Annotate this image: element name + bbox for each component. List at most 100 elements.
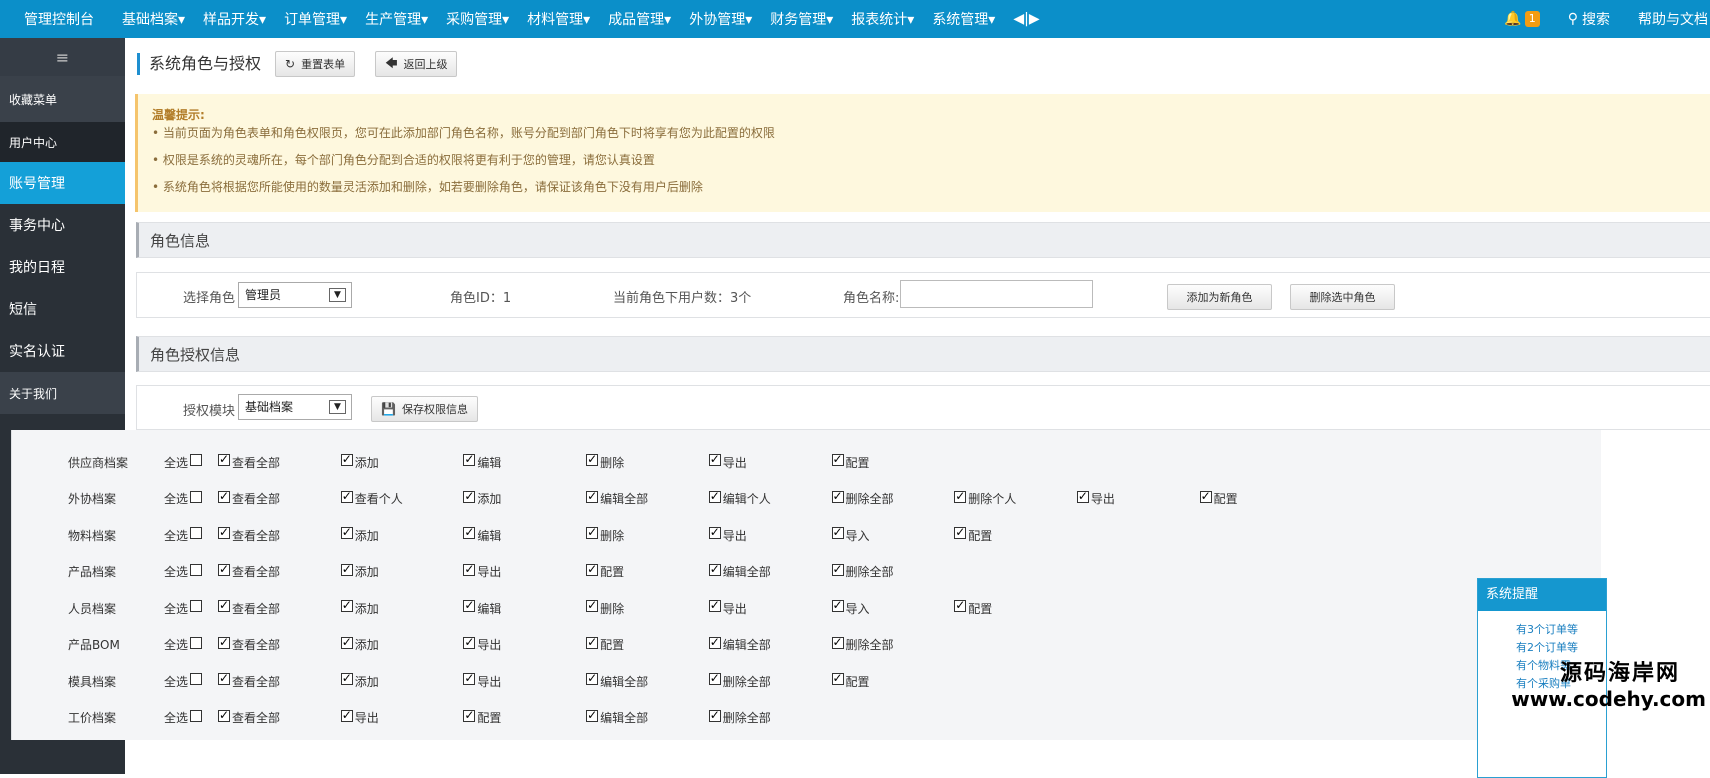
permission-checkbox[interactable]: 编辑全部: [708, 562, 771, 582]
permission-checkbox[interactable]: 编辑全部: [708, 635, 771, 655]
menu-sample-dev[interactable]: 样品开发▾: [203, 9, 266, 29]
delete-role-button[interactable]: 删除选中角色: [1290, 284, 1395, 310]
permission-checkbox[interactable]: 导入: [831, 598, 870, 618]
sidebar-item-user-center[interactable]: 用户中心: [0, 122, 125, 162]
permission-checkbox[interactable]: 查看全部: [218, 525, 280, 545]
permission-checkbox[interactable]: 配置: [954, 598, 992, 618]
permission-checkbox[interactable]: 删除全部: [831, 489, 894, 509]
permission-checkbox[interactable]: 导出: [463, 562, 501, 582]
permission-checkbox[interactable]: 编辑个人: [708, 489, 771, 509]
permission-checkbox[interactable]: 查看全部: [218, 489, 280, 509]
select-all-checkbox[interactable]: 全选: [164, 598, 204, 618]
module-select[interactable]: 基础档案 ▼: [238, 394, 352, 420]
select-all-checkbox[interactable]: 全选: [164, 635, 204, 655]
permission-checkbox[interactable]: 查看全部: [218, 562, 280, 582]
permission-checkbox[interactable]: 查看全部: [218, 635, 280, 655]
reset-form-button[interactable]: ↻ 重置表单: [275, 51, 356, 77]
permission-checkbox[interactable]: 编辑全部: [586, 708, 648, 728]
permission-checkbox[interactable]: 导出: [708, 525, 747, 545]
permission-checkbox[interactable]: 删除: [586, 525, 624, 545]
menu-production[interactable]: 生产管理▾: [365, 9, 428, 29]
select-all-checkbox[interactable]: 全选: [164, 708, 204, 728]
permission-checkbox[interactable]: 添加: [463, 489, 501, 509]
menu-reports[interactable]: 报表统计▾: [851, 9, 914, 29]
menu-system[interactable]: 系统管理▾: [932, 9, 995, 29]
permission-label: 配置: [845, 455, 870, 470]
permission-checkbox[interactable]: 添加: [340, 598, 379, 618]
permission-checkbox[interactable]: 删除: [586, 598, 624, 618]
checkbox-icon: [190, 563, 203, 576]
select-all-checkbox[interactable]: 全选: [164, 489, 204, 509]
add-role-button[interactable]: 添加为新角色: [1167, 284, 1272, 310]
permission-checkbox[interactable]: 配置: [831, 452, 870, 472]
permission-checkbox[interactable]: 配置: [954, 525, 992, 545]
permission-checkbox[interactable]: 删除全部: [831, 562, 894, 582]
menu-dashboard[interactable]: 管理控制台: [24, 9, 94, 29]
permission-checkbox[interactable]: 添加: [340, 452, 379, 472]
permission-checkbox[interactable]: 添加: [340, 562, 379, 582]
permission-checkbox[interactable]: 配置: [831, 671, 870, 691]
checked-icon: [463, 709, 476, 722]
permission-checkbox[interactable]: 删除全部: [831, 635, 894, 655]
permission-checkbox[interactable]: 删除个人: [954, 489, 1016, 509]
reminder-item[interactable]: 有3个订单等: [1478, 621, 1606, 639]
sidebar-item-schedule[interactable]: 我的日程: [0, 246, 125, 288]
permission-checkbox[interactable]: 删除全部: [708, 671, 771, 691]
sidebar-item-sms[interactable]: 短信: [0, 288, 125, 330]
sidebar-item-affairs[interactable]: 事务中心: [0, 204, 125, 246]
permission-checkbox[interactable]: 添加: [340, 671, 379, 691]
permission-checkbox[interactable]: 查看全部: [218, 452, 280, 472]
back-button[interactable]: 🡄 返回上级: [375, 51, 458, 77]
menu-scroll-arrows[interactable]: ◀|▶: [1013, 11, 1039, 27]
role-info-panel: 选择角色 管理员 ▼ 角色ID：1 当前角色下用户数：3个 角色名称: 添加为新…: [136, 272, 1710, 318]
permission-row: 产品BOM 全选 查看全部 添加 导出 配置 编辑全部 删除全部: [12, 635, 1601, 655]
permission-checkbox[interactable]: 查看个人: [340, 489, 403, 509]
permission-checkbox[interactable]: 配置: [463, 708, 501, 728]
permission-checkbox[interactable]: 导出: [708, 598, 747, 618]
menu-finance[interactable]: 财务管理▾: [770, 9, 833, 29]
permission-checkbox[interactable]: 配置: [586, 562, 624, 582]
permission-checkbox[interactable]: 编辑: [463, 598, 501, 618]
role-name-input[interactable]: [900, 280, 1093, 308]
permission-checkbox[interactable]: 导出: [463, 671, 501, 691]
permission-checkbox[interactable]: 导入: [831, 525, 870, 545]
sidebar-item-favorites[interactable]: 收藏菜单: [0, 76, 125, 122]
sidebar-item-about[interactable]: 关于我们: [0, 372, 125, 414]
permission-checkbox[interactable]: 编辑全部: [586, 671, 648, 691]
permission-checkbox[interactable]: 导出: [463, 635, 501, 655]
menu-purchase[interactable]: 采购管理▾: [446, 9, 509, 29]
menu-outsource[interactable]: 外协管理▾: [689, 9, 752, 29]
permission-checkbox[interactable]: 编辑: [463, 452, 501, 472]
sidebar-item-account[interactable]: 账号管理: [0, 162, 125, 204]
select-all-checkbox[interactable]: 全选: [164, 562, 204, 582]
permission-checkbox[interactable]: 查看全部: [218, 708, 280, 728]
sidebar-toggle-icon[interactable]: ≡: [0, 38, 125, 76]
save-permissions-button[interactable]: 💾 保存权限信息: [371, 396, 478, 422]
permission-checkbox[interactable]: 删除全部: [708, 708, 771, 728]
permission-checkbox[interactable]: 导出: [708, 452, 747, 472]
select-all-checkbox[interactable]: 全选: [164, 671, 204, 691]
permission-checkbox[interactable]: 导出: [340, 708, 379, 728]
permission-checkbox[interactable]: 配置: [586, 635, 624, 655]
search-button[interactable]: ⚲ 搜索: [1568, 9, 1610, 29]
permission-checkbox[interactable]: 编辑: [463, 525, 501, 545]
permission-checkbox[interactable]: 删除: [586, 452, 624, 472]
permission-checkbox[interactable]: 查看全部: [218, 671, 280, 691]
menu-order[interactable]: 订单管理▾: [284, 9, 347, 29]
permission-checkbox[interactable]: 配置: [1199, 489, 1238, 509]
permission-checkbox[interactable]: 查看全部: [218, 598, 280, 618]
sidebar-item-verify[interactable]: 实名认证: [0, 330, 125, 372]
menu-basic-archive[interactable]: 基础档案▾: [122, 9, 185, 29]
permission-checkbox[interactable]: 添加: [340, 635, 379, 655]
bell-icon[interactable]: 🔔: [1504, 11, 1521, 27]
select-all-checkbox[interactable]: 全选: [164, 452, 204, 472]
permission-label: 导出: [354, 711, 379, 725]
menu-product[interactable]: 成品管理▾: [608, 9, 671, 29]
select-all-checkbox[interactable]: 全选: [164, 525, 204, 545]
menu-material[interactable]: 材料管理▾: [527, 9, 590, 29]
permission-checkbox[interactable]: 导出: [1076, 489, 1115, 509]
role-select[interactable]: 管理员 ▼: [238, 282, 352, 308]
permission-checkbox[interactable]: 编辑全部: [586, 489, 648, 509]
help-link[interactable]: 帮助与文档: [1638, 9, 1710, 29]
permission-checkbox[interactable]: 添加: [340, 525, 379, 545]
